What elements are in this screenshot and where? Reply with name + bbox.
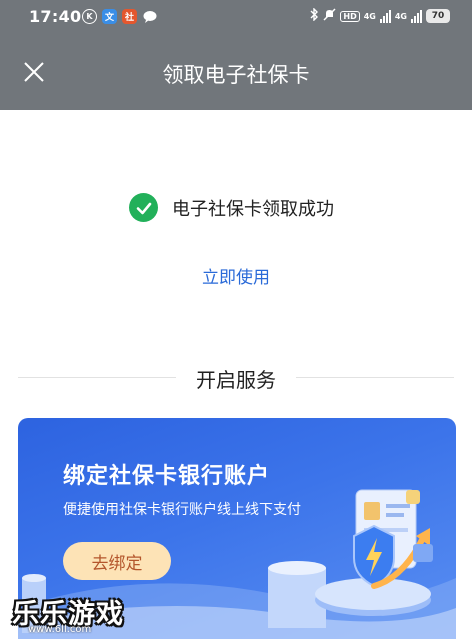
watermark-url: www.6ll.com [28,624,92,635]
check-circle-icon [129,193,158,222]
network-label-2: 4G [394,11,407,21]
battery-indicator: 70 [426,9,450,23]
wen-app-icon: 文 [102,9,117,24]
success-text: 电子社保卡领取成功 [172,198,334,220]
status-bar: 17:40 K 文 社 HD 4G 4G 70 [0,0,472,34]
bluetooth-icon [310,7,319,24]
chat-bubble-icon [142,9,157,24]
page-title: 领取电子社保卡 [162,63,310,87]
status-indicators: HD 4G 4G 70 [310,7,450,24]
page: 17:40 K 文 社 HD 4G 4G 70 领取电子社保卡 电子社保卡领取成… [0,0,472,639]
bind-button[interactable]: 去绑定 [63,542,171,580]
hd-badge: HD [340,10,360,22]
use-now-link[interactable]: 立即使用 [0,263,472,288]
success-message: 电子社保卡领取成功 [129,193,334,222]
notification-icons: K 文 社 [82,9,157,24]
social-security-app-icon: 社 [122,9,137,24]
banner-title: 绑定社保卡银行账户 [63,464,271,489]
signal-icon-1 [379,9,391,23]
signal-icon-2 [411,9,422,23]
app-header: 领取电子社保卡 [0,34,472,110]
banner-subtitle: 便捷使用社保卡银行账户线上线下支付 [63,502,301,518]
watermark-logo: 乐乐游戏 www.6ll.com [12,592,142,639]
k-circle-icon: K [82,9,97,24]
status-time: 17:40 [29,7,82,26]
section-title: 开启服务 [196,368,276,392]
network-label-1: 4G [363,11,376,21]
mute-icon [323,8,336,24]
divider-right [296,377,454,378]
